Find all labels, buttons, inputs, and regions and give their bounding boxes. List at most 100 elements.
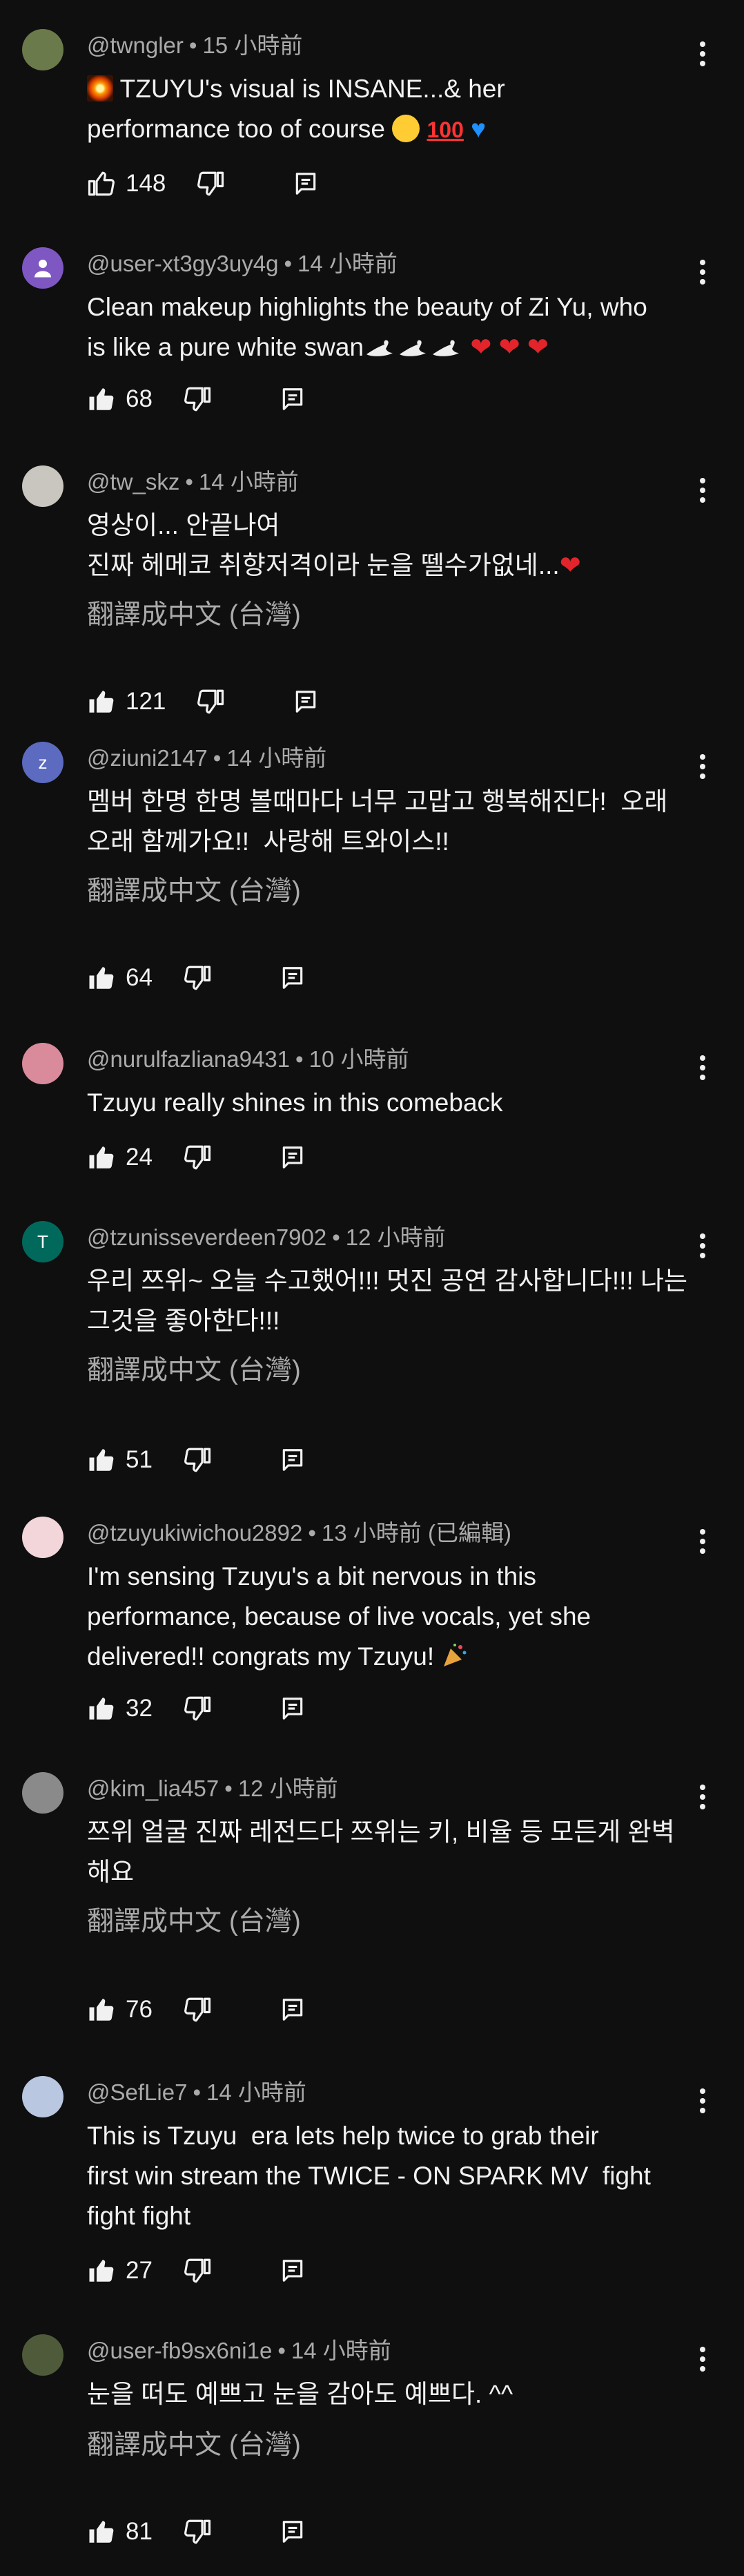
reply-icon <box>282 388 303 410</box>
red-heart-emoji-icon: ❤ <box>527 333 549 361</box>
comment-username[interactable]: @user-fb9sx6ni1e <box>87 2338 272 2363</box>
reply-icon <box>282 1146 303 1169</box>
comment-time[interactable]: 14 小時前 <box>291 2338 391 2363</box>
thumbs-up-icon <box>89 1999 114 2021</box>
like-button[interactable]: 76 <box>87 1995 153 2024</box>
reply-button[interactable] <box>280 386 306 412</box>
like-button[interactable]: 148 <box>87 169 166 198</box>
reply-button[interactable] <box>280 1695 306 1722</box>
thumbs-down-icon <box>197 171 224 196</box>
comment-username[interactable]: @kim_lia457 <box>87 1776 219 1801</box>
reply-button[interactable] <box>293 171 319 197</box>
comment-menu-button[interactable] <box>687 1225 718 1267</box>
reply-button[interactable] <box>280 2519 306 2545</box>
reply-button[interactable] <box>280 1447 306 1473</box>
avatar[interactable] <box>22 2076 63 2117</box>
comment-header: @twngler • 15 小時前 <box>87 32 303 58</box>
comment-menu-button[interactable] <box>687 1521 718 1562</box>
comment-time[interactable]: 15 小時前 <box>202 32 302 58</box>
comment-menu-button[interactable] <box>687 1047 718 1088</box>
dislike-button[interactable] <box>183 1143 212 1172</box>
thumbs-down-icon <box>184 2258 211 2283</box>
comment-username[interactable]: @nurulfazliana9431 <box>87 1046 290 1072</box>
avatar[interactable] <box>22 1043 63 1084</box>
comment-header: @SefLie7 • 14 小時前 <box>87 2079 306 2105</box>
dislike-button[interactable] <box>196 169 225 198</box>
comment-username[interactable]: @ziuni2147 <box>87 745 208 771</box>
dislike-button[interactable] <box>183 1445 212 1474</box>
dislike-button[interactable] <box>196 687 225 716</box>
comment-menu-button[interactable] <box>687 251 718 293</box>
thumbs-down-icon <box>184 1145 211 1170</box>
comment-time[interactable]: 12 小時前 <box>238 1776 338 1801</box>
reply-button[interactable] <box>280 2258 306 2284</box>
reply-button[interactable] <box>293 689 319 715</box>
like-button[interactable]: 51 <box>87 1445 153 1474</box>
avatar[interactable]: z <box>22 742 63 783</box>
avatar[interactable] <box>22 1772 63 1814</box>
translate-link[interactable]: 翻譯成中文 (台灣) <box>87 2428 301 2463</box>
fireworks-emoji-icon <box>87 75 113 102</box>
avatar[interactable] <box>22 1517 63 1558</box>
comment-username[interactable]: @tzunisseverdeen7902 <box>87 1224 326 1250</box>
translate-link[interactable]: 翻譯成中文 (台灣) <box>87 1354 301 1388</box>
dislike-button[interactable] <box>183 2517 212 2546</box>
party-popper-emoji-icon <box>444 1644 467 1666</box>
like-count: 24 <box>126 1144 153 1171</box>
comment-username[interactable]: @tzuyukiwichou2892 <box>87 1520 302 1546</box>
comment-time[interactable]: 14 小時前 <box>199 469 299 494</box>
comment-time[interactable]: 14 小時前 <box>297 251 398 276</box>
comment-menu-button[interactable] <box>687 2080 718 2122</box>
comment-time[interactable]: 14 小時前 <box>226 745 326 771</box>
dislike-button[interactable] <box>183 2256 212 2285</box>
avatar[interactable] <box>22 465 63 507</box>
like-button[interactable]: 27 <box>87 2256 153 2285</box>
translate-link[interactable]: 翻譯成中文 (台灣) <box>87 598 301 633</box>
comment-actions: 76 <box>87 1989 306 2030</box>
dislike-button[interactable] <box>183 1694 212 1723</box>
comment-time[interactable]: 10 小時前 <box>309 1046 409 1072</box>
avatar[interactable] <box>22 29 63 70</box>
comment-menu-button[interactable] <box>687 2338 718 2380</box>
comment-time[interactable]: 12 小時前 <box>346 1224 446 1250</box>
thumbs-down-icon <box>184 1696 211 1721</box>
red-heart-emoji-icon: ❤ <box>498 333 520 361</box>
like-button[interactable]: 32 <box>87 1694 153 1723</box>
comment-menu-button[interactable] <box>687 746 718 787</box>
comment-username[interactable]: @twngler <box>87 32 184 58</box>
like-button[interactable]: 121 <box>87 687 166 716</box>
like-count: 121 <box>126 688 166 715</box>
avatar[interactable] <box>22 247 63 289</box>
comment-username[interactable]: @user-xt3gy3uy4g <box>87 251 278 276</box>
dislike-button[interactable] <box>183 963 212 992</box>
comment-text: 우리 쯔위~ 오늘 수고했어!!! 멋진 공연 감사합니다!!! 나는 그것을 … <box>87 1267 688 1335</box>
translate-link[interactable]: 翻譯成中文 (台灣) <box>87 874 301 909</box>
like-count: 148 <box>126 170 166 197</box>
comment-time[interactable]: 13 小時前 <box>322 1520 422 1546</box>
thumbs-down-icon <box>184 1997 211 2022</box>
reply-button[interactable] <box>280 1144 306 1171</box>
avatar[interactable]: T <box>22 1221 63 1262</box>
comment-actions: 68 <box>87 378 306 420</box>
comment-username[interactable]: @tw_skz <box>87 469 179 494</box>
like-button[interactable]: 64 <box>87 963 153 992</box>
comment-menu-button[interactable] <box>687 1776 718 1818</box>
like-button[interactable]: 68 <box>87 385 153 414</box>
reply-button[interactable] <box>280 1997 306 2023</box>
comment-menu-button[interactable] <box>687 470 718 511</box>
thumbs-up-icon <box>89 2521 114 2543</box>
comment-text: This is Tzuyu era lets help twice to gra… <box>87 2122 651 2230</box>
dislike-button[interactable] <box>183 1995 212 2024</box>
like-button[interactable]: 81 <box>87 2517 153 2546</box>
reply-button[interactable] <box>280 965 306 991</box>
translate-link[interactable]: 翻譯成中文 (台灣) <box>87 1905 301 1939</box>
comment-text: 쯔위 얼굴 진짜 레전드다 쯔위는 키, 비율 등 모든게 완벽 해요 <box>87 1818 675 1886</box>
comment-time[interactable]: 14 小時前 <box>206 2079 306 2105</box>
like-count: 81 <box>126 2518 153 2545</box>
reply-icon <box>282 1999 303 2021</box>
comment-username[interactable]: @SefLie7 <box>87 2079 187 2105</box>
like-button[interactable]: 24 <box>87 1143 153 1172</box>
avatar[interactable] <box>22 2334 63 2376</box>
comment-menu-button[interactable] <box>687 33 718 75</box>
dislike-button[interactable] <box>183 385 212 414</box>
